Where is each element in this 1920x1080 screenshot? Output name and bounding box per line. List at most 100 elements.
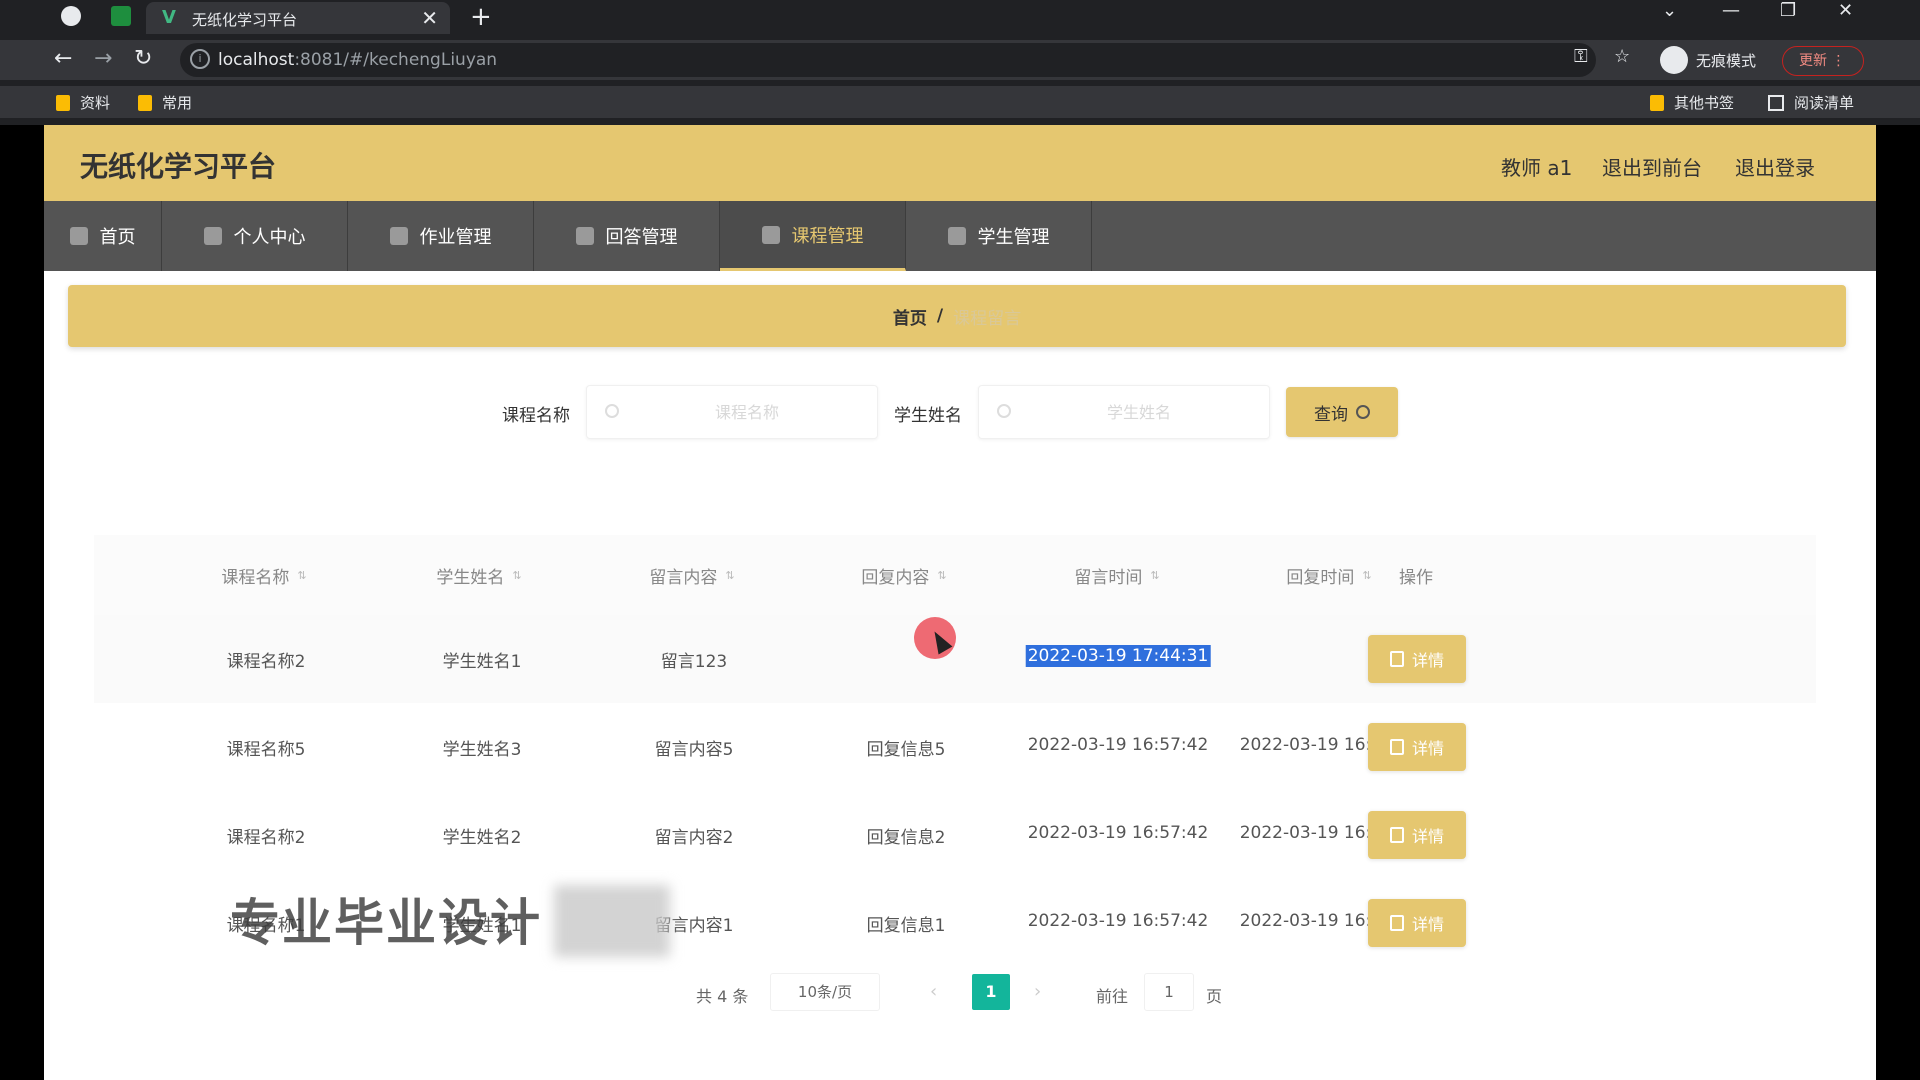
course-name-input-wrap[interactable] (586, 385, 878, 439)
header-student-name[interactable]: 学生姓名 ⇅ (436, 563, 521, 588)
pinned-tab-icon[interactable] (111, 6, 131, 26)
page-size-select[interactable]: 10条/页 (770, 973, 880, 1011)
prev-page-icon[interactable]: ‹ (930, 981, 937, 1002)
page-number-current[interactable]: 1 (972, 974, 1010, 1010)
reading-list-icon (1768, 94, 1784, 111)
tab-search-icon[interactable]: ⌄ (1662, 0, 1677, 28)
detail-button[interactable]: 详情 (1368, 723, 1466, 771)
watermark-text: 专业毕业设计 (230, 894, 542, 952)
bookmark-star-icon[interactable]: ☆ (1614, 46, 1630, 67)
header-reply-time[interactable]: 回复时间 ⇅ (1286, 563, 1371, 588)
breadcrumb-separator: / (936, 306, 944, 326)
key-icon[interactable]: ⚿ (1574, 46, 1588, 67)
student-name-input-wrap[interactable] (978, 385, 1270, 439)
bookmark-label: 资料 (80, 94, 111, 112)
update-button[interactable]: 更新 ⋮ (1782, 46, 1864, 76)
incognito-indicator[interactable]: 无痕模式 (1660, 43, 1756, 77)
menu-item-personal-center[interactable]: 个人中心 (162, 201, 348, 271)
exit-to-front-link[interactable]: 退出到前台 (1602, 152, 1702, 181)
sort-icon[interactable]: ⇅ (512, 569, 521, 582)
sort-icon[interactable]: ⇅ (1150, 569, 1159, 582)
detail-label: 详情 (1411, 741, 1444, 758)
menu-item-homework[interactable]: 作业管理 (348, 201, 534, 271)
detail-button[interactable]: 详情 (1368, 635, 1466, 683)
bookmarks-bar: 资料 常用 其他书签 阅读清单 (0, 86, 1920, 118)
detail-label: 详情 (1411, 917, 1444, 934)
reload-icon[interactable]: ↻ (134, 46, 152, 71)
header-reply-content[interactable]: 回复内容 ⇅ (861, 563, 946, 588)
search-icon (997, 404, 1011, 418)
menu-item-students[interactable]: 学生管理 (906, 201, 1092, 271)
cell-message-time: 2022-03-19 16:57:42 (1027, 911, 1209, 931)
header-message-content[interactable]: 留言内容 ⇅ (649, 563, 734, 588)
browser-chrome: V 无纸化学习平台 ✕ + ⌄ — ❐ ✕ ← → ↻ i localhost:… (0, 0, 1920, 125)
course-name-input[interactable] (627, 396, 867, 428)
minimize-icon[interactable]: — (1722, 0, 1740, 28)
query-button[interactable]: 查询 (1286, 387, 1398, 437)
breadcrumb-home[interactable]: 首页 (893, 304, 927, 329)
header-course-name[interactable]: 课程名称 ⇅ (221, 563, 306, 588)
header-message-time[interactable]: 留言时间 ⇅ (1074, 563, 1159, 588)
pagination-total: 共 4 条 (696, 987, 749, 1006)
forward-icon[interactable]: → (94, 46, 112, 71)
student-name-input[interactable] (1019, 396, 1259, 428)
page-unit-label: 页 (1206, 987, 1223, 1006)
incognito-label: 无痕模式 (1696, 51, 1757, 70)
detail-icon (1389, 739, 1404, 755)
bookmark-label: 阅读清单 (1794, 94, 1855, 112)
cell-message-content: 留言内容5 (654, 740, 734, 760)
browser-profile-icon[interactable] (61, 6, 81, 26)
detail-button[interactable]: 详情 (1368, 811, 1466, 859)
logout-link[interactable]: 退出登录 (1735, 152, 1815, 181)
query-label: 查询 (1314, 404, 1348, 424)
header-actions: 操作 (1399, 568, 1433, 588)
user-icon (203, 227, 222, 245)
incognito-icon (1660, 46, 1688, 74)
bookmark-folder-1[interactable]: 常用 (138, 92, 192, 113)
header-label: 回复内容 (861, 568, 930, 588)
new-tab-button[interactable]: + (470, 2, 492, 32)
site-info-icon[interactable]: i (190, 49, 210, 69)
table-row: 课程名称2 学生姓名1 留言123 2022-03-19 17:44:31 详情 (94, 615, 1816, 703)
next-page-icon[interactable]: › (1034, 981, 1041, 1002)
reading-list[interactable]: 阅读清单 (1768, 92, 1854, 113)
sort-icon[interactable]: ⇅ (297, 569, 306, 582)
list-icon (947, 227, 966, 245)
cell-message-content: 留言内容2 (654, 828, 734, 848)
menu-item-home[interactable]: 首页 (44, 201, 162, 271)
cell-message-time: 2022-03-19 16:57:42 (1027, 823, 1209, 843)
blur-mask (554, 885, 670, 957)
detail-icon (1389, 651, 1404, 667)
cell-message-content: 留言123 (660, 652, 728, 672)
restore-icon[interactable]: ❐ (1780, 0, 1796, 28)
window-close-icon[interactable]: ✕ (1838, 0, 1853, 28)
current-user: 教师 a1 (1501, 156, 1573, 180)
back-icon[interactable]: ← (54, 46, 72, 71)
detail-icon (1389, 915, 1404, 931)
page-viewport: 无纸化学习平台 教师 a1 退出到前台 退出登录 首页 个人中心 作业管理 回答… (44, 125, 1876, 1080)
menu-label: 作业管理 (419, 227, 492, 248)
sort-icon[interactable]: ⇅ (937, 569, 946, 582)
menu-item-answers[interactable]: 回答管理 (534, 201, 720, 271)
vue-favicon-icon: V (162, 7, 176, 28)
bookmark-folder-0[interactable]: 资料 (56, 92, 110, 113)
sort-icon[interactable]: ⇅ (725, 569, 734, 582)
header-label: 留言时间 (1074, 568, 1143, 588)
menu-item-courses[interactable]: 课程管理 (720, 201, 906, 271)
browser-tab-active[interactable]: V 无纸化学习平台 ✕ (146, 2, 450, 34)
cell-course-name: 课程名称5 (226, 740, 306, 760)
search-icon (605, 404, 619, 418)
cell-reply-content: 回复信息5 (866, 740, 946, 760)
tab-close-icon[interactable]: ✕ (421, 6, 438, 30)
table-header: 课程名称 ⇅ 学生姓名 ⇅ 留言内容 ⇅ 回复内容 ⇅ 留言时间 ⇅ 回复时间 ⇅ 操作 (94, 535, 1816, 615)
address-bar[interactable]: i localhost:8081/#/kechengLiuyan (180, 43, 1596, 77)
cell-course-name: 课程名称2 (226, 828, 306, 848)
detail-button[interactable]: 详情 (1368, 899, 1466, 947)
cell-course-name: 课程名称2 (226, 652, 306, 672)
sort-icon[interactable]: ⇅ (1362, 569, 1371, 582)
goto-page-input[interactable]: 1 (1144, 973, 1194, 1011)
url-text[interactable]: localhost:8081/#/kechengLiuyan (218, 50, 497, 70)
header-label: 回复时间 (1286, 568, 1355, 588)
cell-message-time: 2022-03-19 17:44:31 (1025, 645, 1211, 667)
bookmark-other[interactable]: 其他书签 (1650, 92, 1734, 113)
